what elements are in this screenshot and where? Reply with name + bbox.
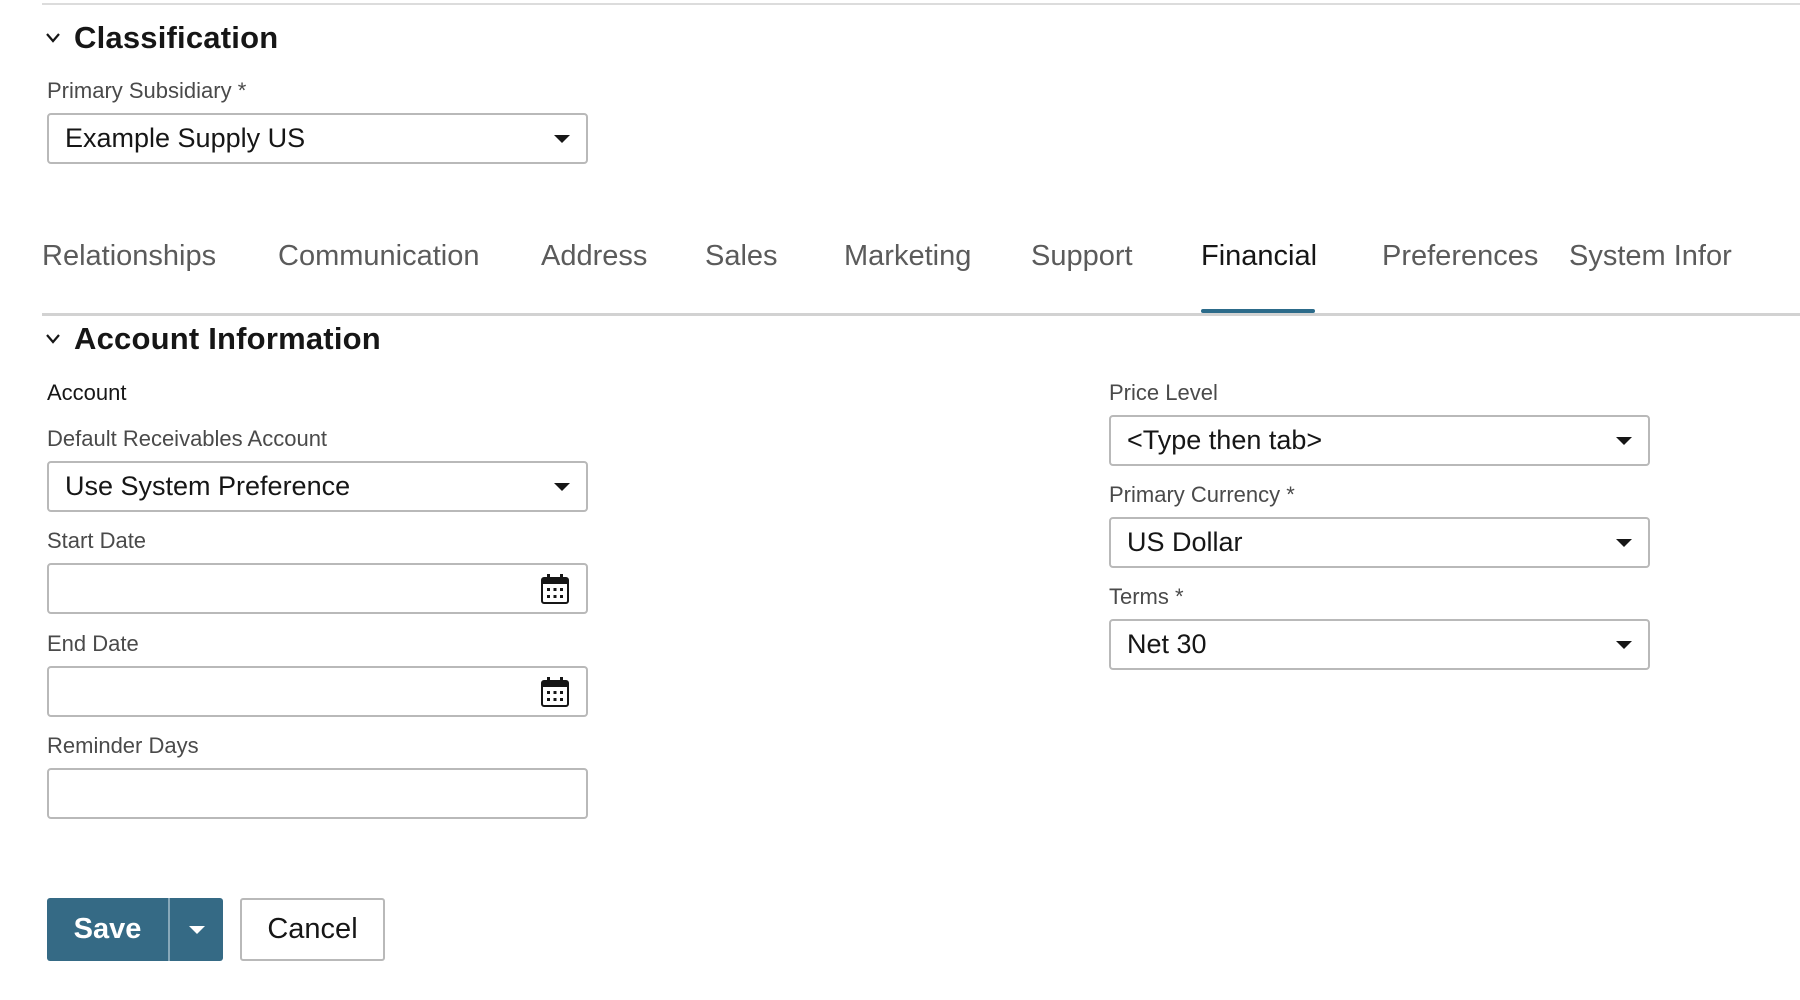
tab-communication[interactable]: Communication <box>278 240 479 273</box>
select-value: Net 30 <box>1127 629 1207 659</box>
chevron-down-icon[interactable] <box>42 27 64 49</box>
price-level-label: Price Level <box>1109 380 1218 405</box>
default-receivables-label: Default Receivables Account <box>47 426 328 451</box>
primary-currency-select[interactable]: US Dollar <box>1109 517 1650 568</box>
select-value: Use System Preference <box>65 471 351 501</box>
end-date-label: End Date <box>47 631 139 656</box>
start-date-label: Start Date <box>47 528 147 553</box>
reminder-days-field <box>47 768 588 819</box>
tab-support[interactable]: Support <box>1031 240 1133 273</box>
terms-label: Terms * <box>1109 584 1184 609</box>
tab-preferences[interactable]: Preferences <box>1382 240 1538 273</box>
chevron-down-icon[interactable] <box>42 328 64 350</box>
caret-down-icon <box>188 925 205 934</box>
select-value: Example Supply US <box>65 123 306 153</box>
account-information-section-header[interactable]: Account Information <box>42 321 381 357</box>
tab-financial[interactable]: Financial <box>1201 240 1317 273</box>
caret-down-icon <box>1616 640 1632 649</box>
primary-subsidiary-label: Primary Subsidiary * <box>47 78 247 103</box>
start-date-field <box>47 563 588 614</box>
tab-bar: Relationships Communication Address Sale… <box>42 220 1800 316</box>
section-title: Classification <box>74 20 279 55</box>
reminder-days-input[interactable] <box>65 770 570 817</box>
caret-down-icon <box>554 134 570 143</box>
select-value: US Dollar <box>1127 527 1243 557</box>
calendar-icon[interactable] <box>538 572 572 606</box>
save-options-button[interactable] <box>170 898 223 961</box>
calendar-icon[interactable] <box>538 675 572 709</box>
terms-select[interactable]: Net 30 <box>1109 619 1650 670</box>
default-receivables-select[interactable]: Use System Preference <box>47 461 588 512</box>
start-date-input[interactable] <box>65 565 538 612</box>
end-date-field <box>47 666 588 717</box>
end-date-input[interactable] <box>65 668 538 715</box>
classification-section-header[interactable]: Classification <box>42 20 278 56</box>
tab-bar-divider <box>42 313 1800 316</box>
tab-system-information[interactable]: System Infor <box>1569 240 1732 273</box>
caret-down-icon <box>1616 436 1632 445</box>
account-subheading: Account <box>47 380 127 405</box>
primary-currency-label: Primary Currency * <box>1109 482 1295 507</box>
section-title: Account Information <box>74 321 381 356</box>
caret-down-icon <box>554 482 570 491</box>
top-divider <box>42 3 1800 5</box>
price-level-select[interactable]: <Type then tab> <box>1109 415 1650 466</box>
cancel-button[interactable]: Cancel <box>240 898 385 961</box>
tab-relationships[interactable]: Relationships <box>42 240 216 273</box>
select-value: <Type then tab> <box>1127 425 1323 455</box>
tab-sales[interactable]: Sales <box>705 240 778 273</box>
tab-address[interactable]: Address <box>541 240 647 273</box>
reminder-days-label: Reminder Days <box>47 733 199 758</box>
save-button[interactable]: Save <box>47 898 168 961</box>
primary-subsidiary-select[interactable]: Example Supply US <box>47 113 588 164</box>
save-split-button: Save <box>47 898 223 961</box>
tab-marketing[interactable]: Marketing <box>844 240 971 273</box>
caret-down-icon <box>1616 538 1632 547</box>
